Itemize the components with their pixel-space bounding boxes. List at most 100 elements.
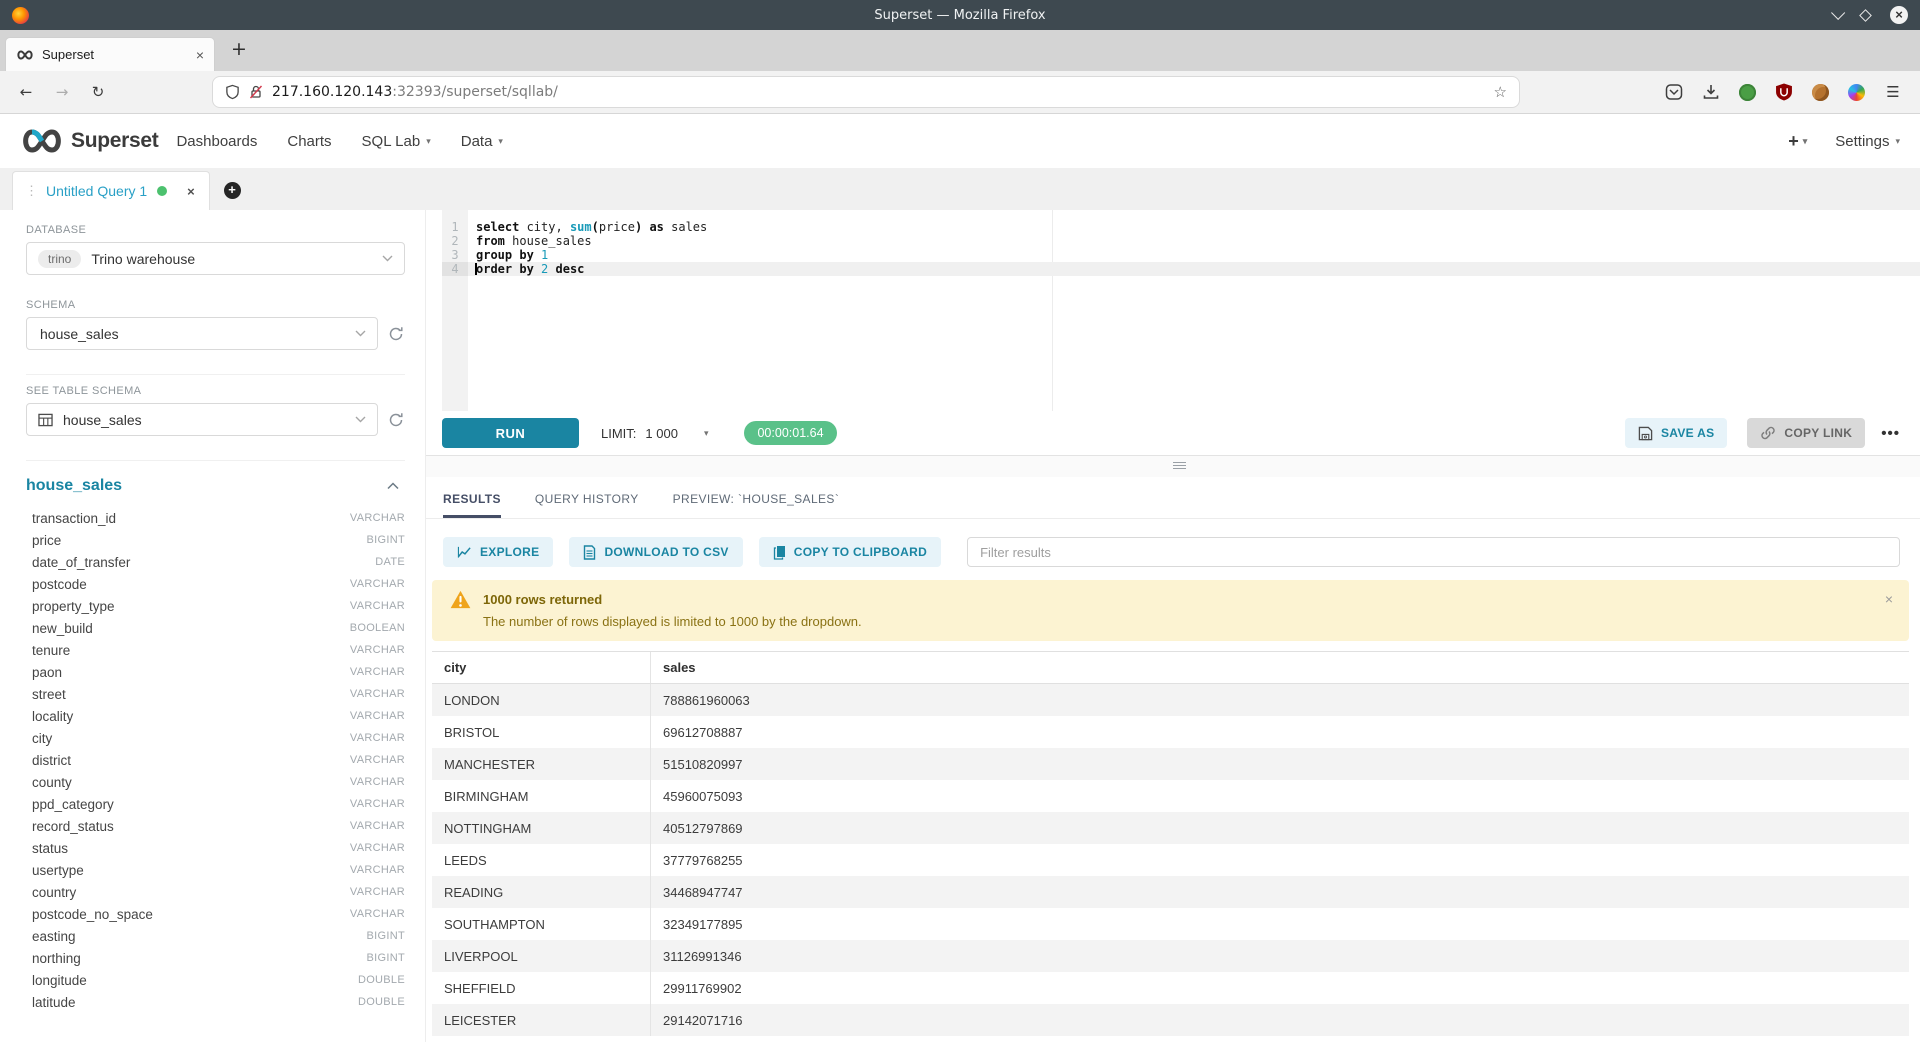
schema-column-row[interactable]: postcode_no_spaceVARCHAR bbox=[26, 903, 405, 925]
table-row[interactable]: BRISTOL69612708887 bbox=[432, 716, 1909, 748]
filter-results-input[interactable] bbox=[967, 537, 1900, 567]
forward-icon[interactable]: → bbox=[50, 83, 74, 101]
code-line[interactable]: group by 1 bbox=[468, 248, 1920, 262]
editor-code-area[interactable]: select city, sum(price) as salesfrom hou… bbox=[468, 210, 1920, 411]
table-row[interactable]: NOTTINGHAM40512797869 bbox=[432, 812, 1909, 844]
save-as-button[interactable]: SAVE AS bbox=[1625, 418, 1727, 448]
alert-close-icon[interactable]: × bbox=[1885, 591, 1893, 607]
pocket-icon[interactable] bbox=[1665, 83, 1683, 101]
schema-column-row[interactable]: postcodeVARCHAR bbox=[26, 573, 405, 595]
pane-splitter[interactable] bbox=[426, 455, 1920, 477]
code-line[interactable]: select city, sum(price) as sales bbox=[468, 220, 1920, 234]
refresh-schemas-icon[interactable] bbox=[387, 325, 405, 343]
downloads-icon[interactable] bbox=[1702, 83, 1720, 101]
nav-data[interactable]: Data▾ bbox=[461, 133, 503, 150]
cell-sales: 32349177895 bbox=[651, 908, 1909, 940]
schema-column-row[interactable]: countryVARCHAR bbox=[26, 881, 405, 903]
browser-tab-title: Superset bbox=[42, 47, 188, 62]
reload-icon[interactable]: ↻ bbox=[86, 83, 110, 101]
schema-column-row[interactable]: statusVARCHAR bbox=[26, 837, 405, 859]
sql-editor[interactable]: 1234 select city, sum(price) as salesfro… bbox=[426, 210, 1920, 411]
insecure-lock-icon[interactable] bbox=[249, 84, 263, 100]
schema-column-row[interactable]: eastingBIGINT bbox=[26, 925, 405, 947]
table-row[interactable]: LIVERPOOL31126991346 bbox=[432, 940, 1909, 972]
schema-select[interactable]: house_sales bbox=[26, 317, 378, 350]
schema-column-row[interactable]: tenureVARCHAR bbox=[26, 639, 405, 661]
schema-column-row[interactable]: new_buildBOOLEAN bbox=[26, 617, 405, 639]
code-line[interactable]: from house_sales bbox=[468, 234, 1920, 248]
schema-column-row[interactable]: date_of_transferDATE bbox=[26, 551, 405, 573]
limit-value[interactable]: 1 000 bbox=[645, 426, 678, 441]
copy-clipboard-button[interactable]: COPY TO CLIPBOARD bbox=[759, 537, 941, 567]
schema-column-row[interactable]: priceBIGINT bbox=[26, 529, 405, 551]
schema-column-row[interactable]: transaction_idVARCHAR bbox=[26, 507, 405, 529]
table-row[interactable]: BIRMINGHAM45960075093 bbox=[432, 780, 1909, 812]
schema-column-row[interactable]: usertypeVARCHAR bbox=[26, 859, 405, 881]
query-tab[interactable]: ⋮ Untitled Query 1 × bbox=[12, 171, 210, 210]
browser-tab[interactable]: Superset × bbox=[5, 37, 215, 71]
caret-down-icon: ▾ bbox=[426, 136, 431, 147]
add-new-button[interactable]: +▾ bbox=[1788, 131, 1807, 152]
nav-sql-lab[interactable]: SQL Lab▾ bbox=[362, 133, 431, 150]
add-query-tab-button[interactable]: + bbox=[210, 171, 254, 210]
run-button[interactable]: RUN bbox=[442, 418, 579, 448]
download-csv-button[interactable]: DOWNLOAD TO CSV bbox=[569, 537, 742, 567]
table-row[interactable]: MANCHESTER51510820997 bbox=[432, 748, 1909, 780]
window-close-icon[interactable]: × bbox=[1890, 6, 1908, 24]
more-actions-icon[interactable]: ••• bbox=[1881, 425, 1900, 442]
tab-query-history[interactable]: QUERY HISTORY bbox=[535, 492, 639, 518]
limit-caret-icon[interactable]: ▾ bbox=[704, 428, 709, 439]
table-row[interactable]: READING34468947747 bbox=[432, 876, 1909, 908]
schema-column-row[interactable]: districtVARCHAR bbox=[26, 749, 405, 771]
nav-settings[interactable]: Settings▾ bbox=[1835, 133, 1900, 150]
tab-results[interactable]: RESULTS bbox=[443, 492, 501, 518]
privacy-badger-icon[interactable] bbox=[1739, 84, 1756, 101]
schema-column-row[interactable]: longitudeDOUBLE bbox=[26, 969, 405, 991]
schema-column-row[interactable]: countyVARCHAR bbox=[26, 771, 405, 793]
chevron-up-icon[interactable] bbox=[387, 482, 399, 490]
extension-sparkle-icon[interactable] bbox=[1848, 84, 1865, 101]
refresh-tables-icon[interactable] bbox=[387, 411, 405, 429]
url-text[interactable]: 217.160.120.143:32393/superset/sqllab/ bbox=[272, 84, 1485, 100]
table-select[interactable]: house_sales bbox=[26, 403, 378, 436]
window-minimize-icon[interactable] bbox=[1831, 6, 1845, 20]
header-city[interactable]: city bbox=[432, 652, 651, 683]
query-tab-close-icon[interactable]: × bbox=[187, 184, 195, 199]
new-tab-icon[interactable]: + bbox=[231, 38, 247, 64]
window-maximize-icon[interactable] bbox=[1859, 9, 1872, 22]
superset-brand[interactable]: Superset bbox=[20, 127, 158, 155]
nav-charts[interactable]: Charts bbox=[287, 133, 331, 150]
schema-column-row[interactable]: northingBIGINT bbox=[26, 947, 405, 969]
schema-column-row[interactable]: record_statusVARCHAR bbox=[26, 815, 405, 837]
splitter-grip-icon[interactable] bbox=[1173, 462, 1186, 469]
table-row[interactable]: SOUTHAMPTON32349177895 bbox=[432, 908, 1909, 940]
table-row[interactable]: LONDON788861960063 bbox=[432, 684, 1909, 716]
copy-link-button[interactable]: COPY LINK bbox=[1747, 418, 1865, 448]
schema-column-row[interactable]: streetVARCHAR bbox=[26, 683, 405, 705]
hamburger-menu-icon[interactable]: ☰ bbox=[1884, 83, 1902, 101]
code-line[interactable]: order by 2 desc bbox=[468, 262, 1920, 276]
back-icon[interactable]: ← bbox=[14, 83, 38, 101]
nav-dashboards[interactable]: Dashboards bbox=[176, 133, 257, 150]
bookmark-star-icon[interactable]: ☆ bbox=[1494, 83, 1507, 101]
schema-column-row[interactable]: localityVARCHAR bbox=[26, 705, 405, 727]
schema-column-row[interactable]: paonVARCHAR bbox=[26, 661, 405, 683]
schema-column-row[interactable]: property_typeVARCHAR bbox=[26, 595, 405, 617]
cookie-manager-icon[interactable] bbox=[1812, 84, 1829, 101]
tab-close-icon[interactable]: × bbox=[196, 47, 204, 63]
table-row[interactable]: SHEFFIELD29911769902 bbox=[432, 972, 1909, 1004]
table-row[interactable]: LEICESTER29142071716 bbox=[432, 1004, 1909, 1036]
url-field[interactable]: 217.160.120.143:32393/superset/sqllab/ ☆ bbox=[212, 76, 1520, 108]
schema-column-row[interactable]: ppd_categoryVARCHAR bbox=[26, 793, 405, 815]
drag-handle-icon[interactable]: ⋮ bbox=[25, 183, 38, 199]
table-schema-title[interactable]: house_sales bbox=[26, 477, 122, 495]
shield-permissions-icon[interactable] bbox=[225, 84, 240, 100]
database-select[interactable]: trino Trino warehouse bbox=[26, 242, 405, 275]
header-sales[interactable]: sales bbox=[651, 652, 1909, 683]
tab-preview-house-sales[interactable]: PREVIEW: `HOUSE_SALES` bbox=[673, 492, 840, 518]
explore-button[interactable]: EXPLORE bbox=[443, 537, 553, 567]
schema-column-row[interactable]: latitudeDOUBLE bbox=[26, 991, 405, 1013]
ublock-icon[interactable] bbox=[1775, 83, 1793, 101]
table-row[interactable]: LEEDS37779768255 bbox=[432, 844, 1909, 876]
schema-column-row[interactable]: cityVARCHAR bbox=[26, 727, 405, 749]
